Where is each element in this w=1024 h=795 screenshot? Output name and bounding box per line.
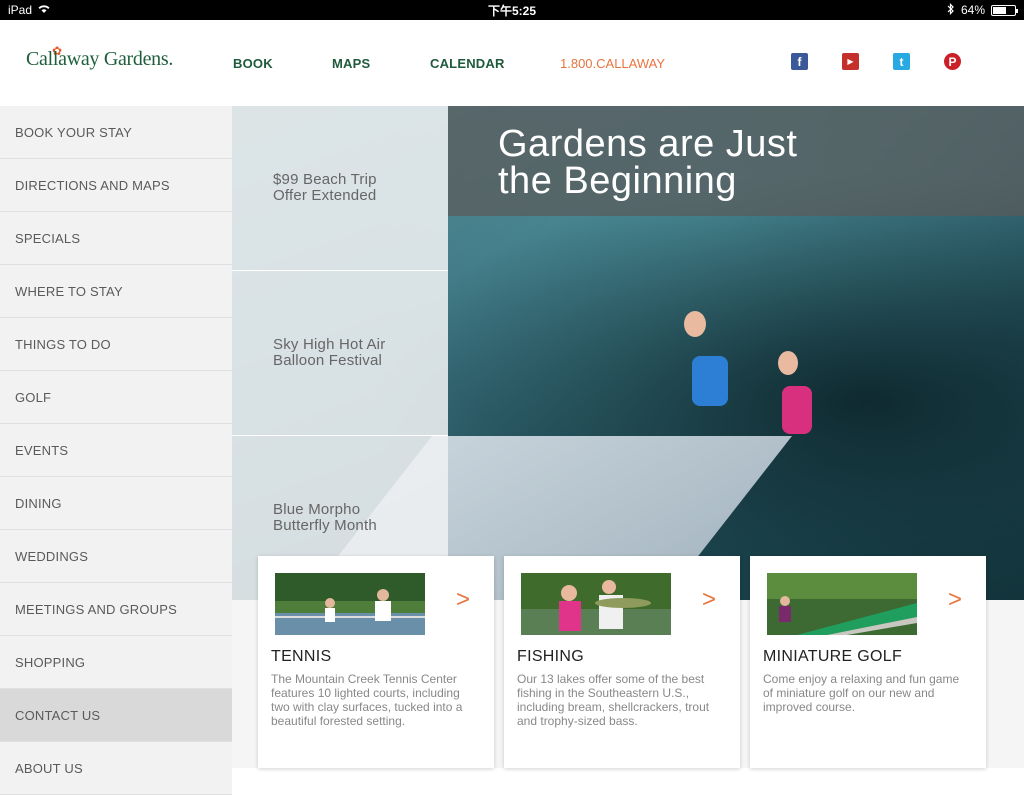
status-left: iPad bbox=[8, 3, 51, 17]
sidebar-item-things-to-do[interactable]: THINGS TO DO bbox=[0, 318, 232, 371]
battery-percent: 64% bbox=[960, 3, 985, 17]
chevron-right-icon[interactable]: > bbox=[948, 586, 962, 614]
sidebar-item-golf[interactable]: GOLF bbox=[0, 371, 232, 424]
facebook-icon[interactable]: f bbox=[791, 53, 808, 70]
card-description: Our 13 lakes offer some of the best fish… bbox=[517, 672, 710, 728]
child-jumping-2 bbox=[782, 386, 812, 434]
sidebar-item-weddings[interactable]: WEDDINGS bbox=[0, 530, 232, 583]
battery-icon bbox=[991, 4, 1018, 16]
card-description: Come enjoy a relaxing and fun game of mi… bbox=[763, 672, 960, 714]
pinterest-icon[interactable]: P bbox=[944, 53, 961, 70]
battery-fill bbox=[993, 6, 1007, 14]
sidebar-item-where-to-stay[interactable]: WHERE TO STAY bbox=[0, 265, 232, 318]
sidebar-item-events[interactable]: EVENTS bbox=[0, 424, 232, 477]
specials-list: $99 Beach Trip Offer Extended Sky High H… bbox=[232, 106, 448, 601]
phone-link[interactable]: 1.800.CALLAWAY bbox=[560, 56, 665, 71]
twitter-icon[interactable]: t bbox=[893, 53, 910, 70]
special-balloon-festival[interactable]: Sky High Hot Air Balloon Festival bbox=[232, 271, 448, 436]
card-description: The Mountain Creek Tennis Center feature… bbox=[271, 672, 463, 728]
child-head-2 bbox=[778, 351, 798, 375]
nav-book-link[interactable]: BOOK bbox=[233, 56, 273, 71]
fishing-photo bbox=[521, 573, 671, 635]
nav-calendar-link[interactable]: CALENDAR bbox=[430, 56, 505, 71]
nav-maps-link[interactable]: MAPS bbox=[332, 56, 370, 71]
sidebar-item-specials[interactable]: SPECIALS bbox=[0, 212, 232, 265]
card-title: TENNIS bbox=[271, 648, 332, 665]
card-title: FISHING bbox=[517, 648, 584, 665]
status-right: 64% bbox=[947, 2, 1018, 18]
miniature-golf-photo bbox=[767, 573, 917, 635]
chevron-right-icon[interactable]: > bbox=[456, 586, 470, 614]
sidebar-item-meetings-and-groups[interactable]: MEETINGS AND GROUPS bbox=[0, 583, 232, 636]
child-jumping-1 bbox=[692, 356, 728, 406]
special-beach-trip[interactable]: $99 Beach Trip Offer Extended bbox=[232, 106, 448, 271]
site-header: ✿ Callaway Gardens. BOOK MAPS CALENDAR 1… bbox=[0, 20, 1024, 106]
chevron-right-icon[interactable]: > bbox=[702, 586, 716, 614]
sidebar-item-about-us[interactable]: ABOUT US bbox=[0, 742, 232, 795]
sidebar-item-contact-us[interactable]: CONTACT US bbox=[0, 689, 232, 742]
hero-headline-banner: Gardens are Just the Beginning bbox=[448, 106, 1024, 216]
status-bar: iPad 下午5:25 64% bbox=[0, 0, 1024, 20]
activity-card-miniature-golf[interactable]: > MINIATURE GOLF Come enjoy a relaxing a… bbox=[750, 556, 986, 768]
sidebar-item-book-your-stay[interactable]: BOOK YOUR STAY bbox=[0, 106, 232, 159]
child-head-1 bbox=[684, 311, 706, 337]
sidebar-item-directions-and-maps[interactable]: DIRECTIONS AND MAPS bbox=[0, 159, 232, 212]
wifi-icon bbox=[37, 3, 51, 17]
card-title: MINIATURE GOLF bbox=[763, 648, 903, 665]
site-logo[interactable]: Callaway Gardens. bbox=[26, 48, 173, 71]
device-name: iPad bbox=[8, 3, 33, 17]
activity-card-tennis[interactable]: > TENNIS The Mountain Creek Tennis Cente… bbox=[258, 556, 494, 768]
bluetooth-icon bbox=[947, 2, 955, 18]
youtube-icon[interactable]: ▶ bbox=[842, 53, 859, 70]
sidebar-item-shopping[interactable]: SHOPPING bbox=[0, 636, 232, 689]
activity-card-fishing[interactable]: > FISHING Our 13 lakes offer some of the… bbox=[504, 556, 740, 768]
tennis-photo bbox=[275, 573, 425, 635]
hero-headline: Gardens are Just the Beginning bbox=[498, 123, 798, 202]
sidebar-item-dining[interactable]: DINING bbox=[0, 477, 232, 530]
status-time: 下午5:25 bbox=[487, 3, 537, 18]
sidebar-menu: BOOK YOUR STAY DIRECTIONS AND MAPS SPECI… bbox=[0, 106, 232, 795]
